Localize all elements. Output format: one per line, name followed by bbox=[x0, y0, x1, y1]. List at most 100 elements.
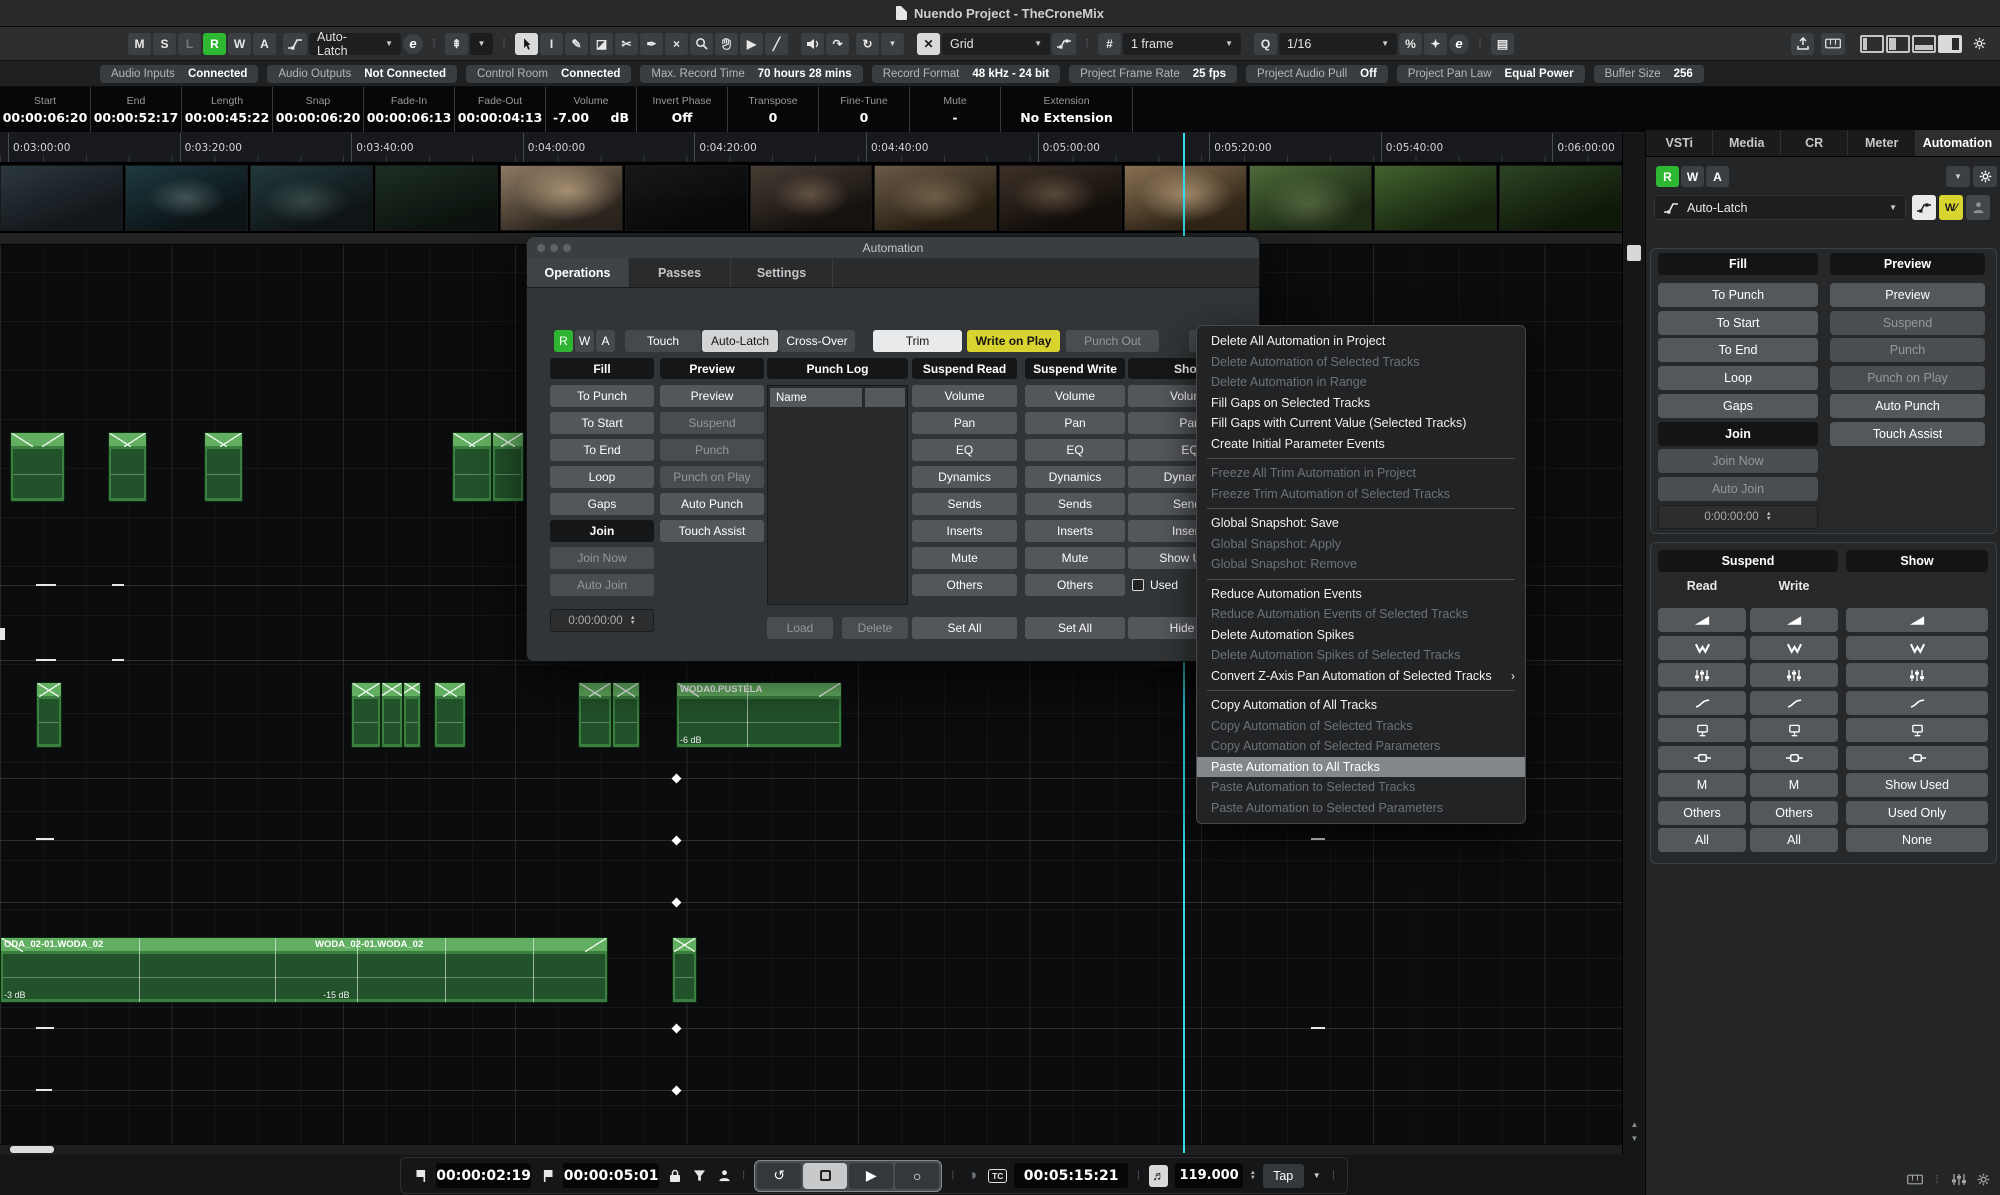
left-zone-toggle[interactable] bbox=[1860, 35, 1884, 53]
rz-auto-join-button[interactable]: Auto Join bbox=[1658, 477, 1818, 501]
rz-suspend-read-dynamics-button[interactable] bbox=[1658, 691, 1746, 715]
used-checkbox[interactable] bbox=[1132, 579, 1144, 591]
range-selection-tool[interactable]: I bbox=[540, 33, 563, 55]
rz-suspend-read-all-button[interactable]: All bbox=[1658, 828, 1746, 852]
setup-toolbar-icon[interactable] bbox=[1969, 33, 1990, 55]
suspend-write-inserts-button[interactable]: Inserts bbox=[1025, 520, 1125, 542]
left-locator-time[interactable]: 00:00:02:19 bbox=[436, 1163, 532, 1188]
video-thumbnail[interactable] bbox=[1249, 165, 1372, 231]
automation-point[interactable] bbox=[672, 1086, 682, 1096]
track-state-a-button[interactable]: A bbox=[253, 33, 276, 55]
write-on-play-button[interactable]: Write on Play bbox=[967, 330, 1060, 352]
timecode-format-icon[interactable]: TC bbox=[988, 1165, 1007, 1187]
right-zone-tab-automation[interactable]: Automation bbox=[1916, 130, 2000, 156]
rz-suspend-read-pan-button[interactable] bbox=[1658, 636, 1746, 660]
video-thumbnail[interactable] bbox=[250, 165, 373, 231]
audio-clip[interactable] bbox=[672, 937, 697, 1003]
rz-fill-to-end-button[interactable]: To End bbox=[1658, 338, 1818, 362]
automation-point[interactable] bbox=[672, 836, 682, 846]
audio-clip[interactable]: WODA0.PUSTELA-6 dB bbox=[676, 682, 842, 748]
suspend-write-volume-button[interactable]: Volume bbox=[1025, 385, 1125, 407]
rz-preview-touch-assist-button[interactable]: Touch Assist bbox=[1830, 422, 1985, 446]
cycle-button[interactable]: ↺ bbox=[757, 1163, 801, 1189]
menu-item[interactable]: Copy Automation of All Tracks bbox=[1197, 695, 1525, 716]
video-thumbnail[interactable] bbox=[750, 165, 873, 231]
zoom-in-arrow-icon[interactable]: ▲ bbox=[1623, 1120, 1646, 1129]
object-selection-tool[interactable] bbox=[515, 33, 538, 55]
info-field-transpose[interactable]: Transpose0 bbox=[728, 87, 819, 132]
grid-type-select[interactable]: 1 frame▼ bbox=[1123, 33, 1241, 55]
loop-icon[interactable]: ↻ bbox=[856, 33, 879, 55]
vertical-scroll-thumb[interactable] bbox=[1627, 245, 1641, 261]
menu-item[interactable]: Freeze Trim Automation of Selected Track… bbox=[1197, 484, 1525, 505]
rz-suspend-write-dynamics-button[interactable] bbox=[1750, 691, 1838, 715]
rz-used-only-button[interactable]: Used Only bbox=[1846, 801, 1988, 825]
right-zone-tab-vsti[interactable]: VSTi bbox=[1646, 130, 1713, 156]
suspend-write-pan-button[interactable]: Pan bbox=[1025, 412, 1125, 434]
info-field-extension[interactable]: ExtensionNo Extension bbox=[1001, 87, 1133, 132]
menu-item[interactable]: Fill Gaps on Selected Tracks bbox=[1197, 393, 1525, 414]
rz-preview-punch-on-play-button[interactable]: Punch on Play bbox=[1830, 366, 1985, 390]
menu-item[interactable]: Fill Gaps with Current Value (Selected T… bbox=[1197, 413, 1525, 434]
jog-wheel-icon[interactable]: ◑ bbox=[963, 1165, 981, 1187]
join-now-button[interactable]: Join Now bbox=[550, 547, 654, 569]
quantize-q-icon[interactable]: Q bbox=[1254, 33, 1277, 55]
rz-suspend-write-sends-button[interactable] bbox=[1750, 718, 1838, 742]
preview-auto-punch-button[interactable]: Auto Punch bbox=[660, 493, 764, 515]
audio-clip[interactable]: ODA_02-01.WODA_02-3 dBWODA_02-01.WODA_02… bbox=[0, 937, 608, 1003]
rz-return-time-field[interactable]: 0:00:00:00▲▼ bbox=[1658, 505, 1818, 529]
hand-tool[interactable] bbox=[715, 33, 738, 55]
status-item[interactable]: Audio OutputsNot Connected bbox=[267, 65, 457, 83]
video-thumbnail[interactable] bbox=[1124, 165, 1247, 231]
video-thumbnail[interactable] bbox=[1499, 165, 1622, 231]
mode-touch-button[interactable]: Touch bbox=[625, 330, 701, 352]
rz-settings-gear-icon[interactable] bbox=[1973, 166, 1997, 187]
fill-loop-button[interactable]: Loop bbox=[550, 466, 654, 488]
suspend-read-others-button[interactable]: Others bbox=[912, 574, 1017, 596]
rz-suspend-write-others-button[interactable]: Others bbox=[1750, 801, 1838, 825]
rz-fill-gaps-button[interactable]: Gaps bbox=[1658, 394, 1818, 418]
rz-none-button[interactable]: None bbox=[1846, 828, 1988, 852]
keyboard-icon[interactable] bbox=[1907, 1174, 1923, 1185]
export-icon[interactable] bbox=[1791, 33, 1814, 55]
audition-speaker-icon[interactable] bbox=[801, 33, 824, 55]
return-time-field[interactable]: 0:00:00:00▲▼ bbox=[550, 609, 654, 632]
punch-log-load-button[interactable]: Load bbox=[767, 617, 833, 639]
status-item[interactable]: Project Pan LawEqual Power bbox=[1397, 65, 1585, 83]
record-button[interactable]: ○ bbox=[895, 1163, 939, 1189]
rz-show-pan-button[interactable] bbox=[1846, 636, 1988, 660]
tempo-mode-caret[interactable]: ▼ bbox=[1311, 1165, 1323, 1187]
menu-item[interactable]: Paste Automation to Selected Parameters bbox=[1197, 798, 1525, 819]
preview-punch-on-play-button[interactable]: Punch on Play bbox=[660, 466, 764, 488]
suspend-read-volume-button[interactable]: Volume bbox=[912, 385, 1017, 407]
punch-log-delete-button[interactable]: Delete bbox=[842, 617, 908, 639]
video-thumbnail[interactable] bbox=[125, 165, 248, 231]
quantize-panel-icon[interactable]: e bbox=[1449, 34, 1469, 54]
auto-scroll-icon[interactable]: ⇞ bbox=[445, 33, 468, 55]
right-zone-tab-media[interactable]: Media bbox=[1713, 130, 1780, 156]
automation-point[interactable] bbox=[672, 898, 682, 908]
on-screen-keyboard-icon[interactable] bbox=[1821, 33, 1845, 55]
right-locator-icon[interactable] bbox=[538, 1165, 556, 1187]
rz-read-all-button[interactable]: R bbox=[1656, 166, 1679, 187]
menu-item[interactable]: Freeze All Trim Automation in Project bbox=[1197, 463, 1525, 484]
fill-to-punch-button[interactable]: To Punch bbox=[550, 385, 654, 407]
rz-menu-caret[interactable]: ▼ bbox=[1946, 166, 1970, 187]
zoom-out-arrow-icon[interactable]: ▼ bbox=[1623, 1134, 1646, 1143]
vertical-scrollbar[interactable]: ▲ ▼ bbox=[1622, 133, 1645, 1155]
rz-suspend-read-volume-button[interactable] bbox=[1658, 608, 1746, 632]
primary-timecode[interactable]: 00:05:15:21 bbox=[1014, 1163, 1127, 1188]
status-item[interactable]: Control RoomConnected bbox=[466, 65, 631, 83]
rz-trim-nodes-icon[interactable] bbox=[1912, 195, 1936, 220]
automation-point[interactable] bbox=[672, 774, 682, 784]
traffic-light-buttons[interactable] bbox=[537, 244, 571, 252]
left-locator-icon[interactable] bbox=[411, 1165, 429, 1187]
lock-punch-icon[interactable] bbox=[666, 1165, 684, 1187]
rz-show-eq-button[interactable] bbox=[1846, 663, 1988, 687]
rz-suspend-write-volume-button[interactable] bbox=[1750, 608, 1838, 632]
tempo-stepper[interactable]: ▲▼ bbox=[1250, 1171, 1256, 1181]
status-item[interactable]: Max. Record Time70 hours 28 mins bbox=[640, 65, 862, 83]
track-state-l-button[interactable]: L bbox=[178, 33, 201, 55]
rz-punch-user-icon[interactable] bbox=[1966, 195, 1990, 220]
quantize-select[interactable]: 1/16▼ bbox=[1279, 33, 1397, 55]
